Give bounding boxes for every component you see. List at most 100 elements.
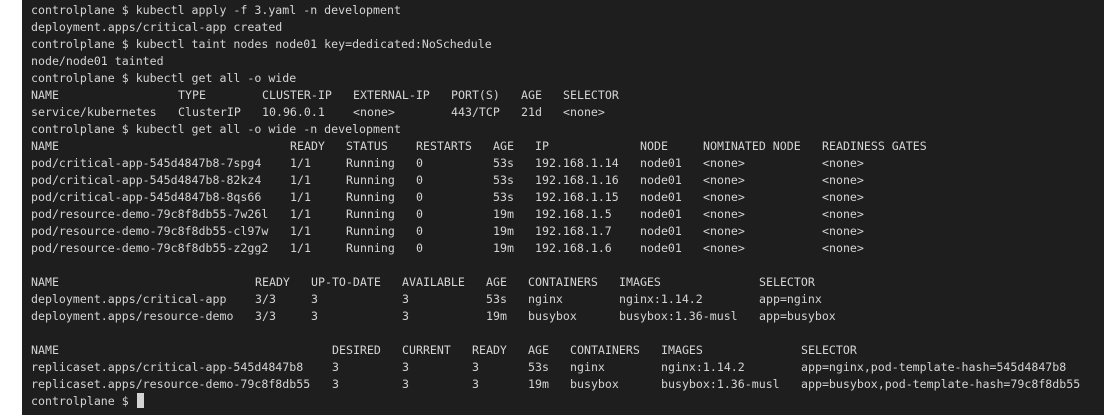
table-cell: service/kubernetes	[31, 105, 157, 119]
terminal-window[interactable]: controlplane $ kubectl apply -f 3.yaml -…	[22, 0, 1104, 415]
table-cell: 53s	[486, 292, 507, 306]
table-cell: replicaset.apps/critical-app-545d4847b8	[31, 360, 304, 374]
table-cell: 192.168.1.15	[535, 190, 619, 204]
table-row: deployment.apps/critical-app 3/3 3 3 53s…	[31, 291, 1101, 308]
table-cell: <none>	[822, 190, 864, 204]
table-row: service/kubernetes ClusterIP 10.96.0.1 <…	[31, 104, 1101, 121]
column-header: AGE	[493, 139, 514, 153]
column-header: SELECTOR	[759, 275, 815, 289]
prompt-line[interactable]: controlplane $	[31, 393, 1101, 410]
table-row: pod/critical-app-545d4847b8-82kz4 1/1 Ru…	[31, 172, 1101, 189]
column-header: RESTARTS	[416, 139, 472, 153]
table-cell: 3/3	[255, 309, 276, 323]
table-cell: 1/1	[290, 241, 311, 255]
table-cell: node01	[640, 190, 682, 204]
table-cell: 53s	[493, 173, 514, 187]
table-cell: replicaset.apps/resource-demo-79c8f8db55	[31, 377, 311, 391]
column-header: AVAILABLE	[402, 275, 465, 289]
terminal-line: deployment.apps/critical-app created	[31, 20, 283, 34]
terminal-line: controlplane $ kubectl get all -o wide	[31, 71, 297, 85]
replicasets-header-row: NAME DESIRED CURRENT READY AGE CONTAINER…	[31, 342, 1101, 359]
table-cell: 1/1	[290, 224, 311, 238]
table-row: replicaset.apps/resource-demo-79c8f8db55…	[31, 376, 1101, 393]
table-cell: 19m	[528, 377, 549, 391]
table-cell: busybox:1.36-musl	[619, 309, 738, 323]
column-header: NODE	[640, 139, 668, 153]
table-cell: Running	[346, 241, 395, 255]
column-header: NAME	[31, 275, 59, 289]
terminal-line: controlplane $ kubectl get all -o wide -…	[31, 122, 401, 136]
table-cell: node01	[640, 156, 682, 170]
table-row: pod/critical-app-545d4847b8-7spg4 1/1 Ru…	[31, 155, 1101, 172]
table-cell: ClusterIP	[178, 105, 241, 119]
table-cell: 19m	[486, 309, 507, 323]
table-cell: <none>	[703, 241, 745, 255]
table-cell: Running	[346, 224, 395, 238]
table-cell: 192.168.1.14	[535, 156, 619, 170]
table-row: deployment.apps/resource-demo 3/3 3 3 19…	[31, 308, 1101, 325]
column-header: SELECTOR	[563, 88, 619, 102]
table-cell: 3	[402, 292, 409, 306]
table-cell: 10.96.0.1	[262, 105, 325, 119]
column-header: READY	[472, 343, 507, 357]
column-header: NAME	[31, 343, 59, 357]
column-header: CLUSTER-IP	[262, 88, 332, 102]
table-cell: <none>	[822, 241, 864, 255]
table-cell: pod/critical-app-545d4847b8-8qs66	[31, 190, 262, 204]
table-cell: node01	[640, 241, 682, 255]
table-cell: 0	[416, 173, 423, 187]
table-cell: 19m	[493, 241, 514, 255]
table-cell: 192.168.1.6	[535, 241, 612, 255]
table-cell: <none>	[703, 156, 745, 170]
table-cell: 3	[472, 377, 479, 391]
table-cell: 192.168.1.5	[535, 207, 612, 221]
column-header: IP	[535, 139, 549, 153]
table-cell: 53s	[528, 360, 549, 374]
column-header: SELECTOR	[801, 343, 857, 357]
column-header: AGE	[521, 88, 542, 102]
column-header: AGE	[528, 343, 549, 357]
table-cell: <none>	[822, 173, 864, 187]
table-cell: 21d	[521, 105, 542, 119]
column-header: DESIRED	[332, 343, 381, 357]
table-cell: 19m	[493, 224, 514, 238]
table-cell: <none>	[703, 224, 745, 238]
table-cell: app=busybox	[759, 309, 836, 323]
column-header: IMAGES	[619, 275, 661, 289]
table-cell: pod/critical-app-545d4847b8-82kz4	[31, 173, 262, 187]
table-cell: 3	[402, 309, 409, 323]
services-header-row: NAME TYPE CLUSTER-IP EXTERNAL-IP PORT(S)…	[31, 87, 1101, 104]
table-cell: 3/3	[255, 292, 276, 306]
column-header: CONTAINERS	[570, 343, 640, 357]
table-cell: 192.168.1.16	[535, 173, 619, 187]
column-header: UP-TO-DATE	[311, 275, 381, 289]
column-header: AGE	[486, 275, 507, 289]
table-cell: 3	[402, 360, 409, 374]
terminal-output: controlplane $ kubectl apply -f 3.yaml -…	[31, 2, 1101, 410]
column-header: CURRENT	[402, 343, 451, 357]
table-cell: nginx	[570, 360, 605, 374]
table-cell: busybox	[570, 377, 619, 391]
table-cell: <none>	[703, 173, 745, 187]
table-cell: 443/TCP	[451, 105, 500, 119]
column-header: IMAGES	[661, 343, 703, 357]
table-cell: Running	[346, 207, 395, 221]
table-cell: 3	[472, 360, 479, 374]
table-cell: 192.168.1.7	[535, 224, 612, 238]
table-cell: 0	[416, 207, 423, 221]
table-cell: app=nginx,pod-template-hash=545d4847b8	[801, 360, 1067, 374]
table-cell: 0	[416, 241, 423, 255]
table-cell: <none>	[563, 105, 605, 119]
table-row: pod/critical-app-545d4847b8-8qs66 1/1 Ru…	[31, 189, 1101, 206]
table-cell: <none>	[822, 224, 864, 238]
table-cell: app=nginx	[759, 292, 822, 306]
table-cell: deployment.apps/resource-demo	[31, 309, 234, 323]
column-header: READY	[290, 139, 325, 153]
table-cell: pod/resource-demo-79c8f8db55-cl97w	[31, 224, 269, 238]
table-cell: deployment.apps/critical-app	[31, 292, 227, 306]
table-row: pod/resource-demo-79c8f8db55-7w26l 1/1 R…	[31, 206, 1101, 223]
table-cell: app=busybox,pod-template-hash=79c8f8db55	[801, 377, 1081, 391]
table-cell: node01	[640, 173, 682, 187]
column-header: NAME	[31, 88, 59, 102]
table-cell: Running	[346, 173, 395, 187]
